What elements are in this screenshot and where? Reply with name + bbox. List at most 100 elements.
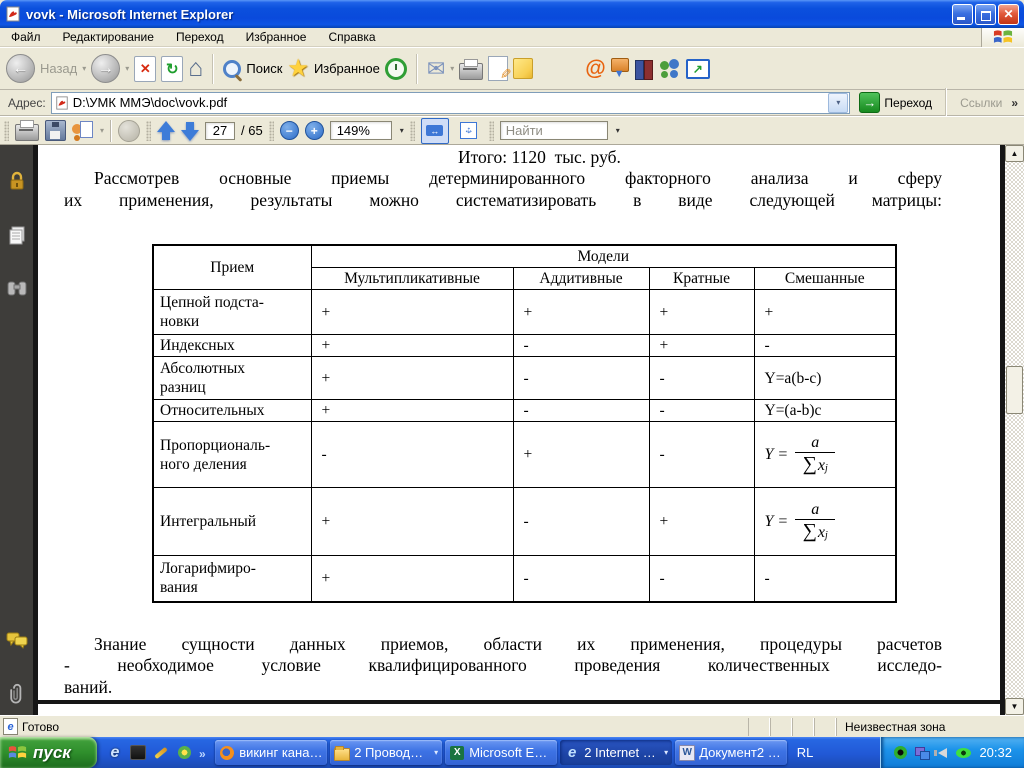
links-label[interactable]: Ссылки (956, 96, 1006, 110)
lock-icon[interactable] (8, 171, 26, 191)
links-chevron-icon[interactable] (1011, 96, 1020, 110)
forward-chevron-icon[interactable] (125, 64, 129, 73)
go-button[interactable]: Переход (855, 92, 936, 113)
mail-chevron-icon[interactable] (450, 64, 454, 73)
zoom-dropdown-icon[interactable] (400, 126, 404, 135)
cell: + (649, 290, 754, 335)
pdf-email-icon[interactable] (72, 121, 94, 141)
back-icon[interactable] (6, 54, 35, 83)
windows-logo (981, 28, 1024, 47)
paperclip-icon[interactable] (9, 683, 25, 705)
eye-tray-icon[interactable] (956, 745, 971, 760)
address-label: Адрес: (8, 96, 46, 110)
scroll-up-icon[interactable] (1005, 145, 1024, 162)
zoom-in-icon[interactable]: + (305, 121, 324, 140)
history-icon[interactable] (385, 58, 407, 80)
antivirus-tray-icon[interactable] (893, 745, 908, 760)
resize-window-icon[interactable] (686, 59, 710, 79)
taskbar-button-excel[interactable]: Microsoft Exc... (445, 740, 557, 765)
pdf-print-icon[interactable] (15, 124, 39, 141)
address-dropdown-icon[interactable] (828, 93, 848, 113)
mail-icon[interactable] (427, 58, 445, 80)
zoom-out-icon[interactable]: − (280, 121, 299, 140)
quick-launch-media-icon[interactable] (130, 745, 146, 761)
menu-edit[interactable]: Редактирование (52, 29, 165, 45)
next-page-icon[interactable] (181, 121, 199, 141)
menu-favorites[interactable]: Избранное (235, 29, 318, 45)
table-corner-header: Прием (153, 245, 311, 290)
restore-button[interactable] (975, 4, 996, 25)
row-label: Относительных (153, 400, 311, 422)
document-paragraph-1: Рассмотрев основные приемы детерминирова… (64, 168, 942, 211)
quick-launch-paint-icon[interactable] (153, 745, 169, 761)
search-label[interactable]: Поиск (246, 61, 282, 76)
menu-help[interactable]: Справка (317, 29, 386, 45)
quick-launch: e (97, 745, 214, 761)
binoculars-icon[interactable] (7, 279, 27, 297)
quick-launch-chevron-icon[interactable] (199, 745, 206, 761)
refresh-icon[interactable] (161, 56, 183, 82)
close-button[interactable] (998, 4, 1019, 25)
back-label[interactable]: Назад (40, 61, 77, 76)
network-tray-icon[interactable] (914, 745, 929, 760)
fit-width-button[interactable] (421, 118, 449, 144)
page-bottom-edge (38, 700, 1000, 704)
cell: + (649, 488, 754, 556)
toolbar-grip (410, 121, 415, 141)
scroll-down-icon[interactable] (1005, 698, 1024, 715)
home-icon[interactable] (188, 56, 203, 81)
quick-launch-icq-icon[interactable] (176, 745, 192, 761)
windows-flag-icon (8, 745, 27, 760)
download-icon[interactable] (611, 58, 629, 72)
zoom-level-box[interactable]: 149% (330, 121, 392, 140)
at-sign-icon[interactable] (585, 58, 605, 79)
pages-icon[interactable] (7, 225, 27, 245)
print-icon[interactable] (459, 63, 483, 80)
cell: - (649, 400, 754, 422)
window-title: vovk - Microsoft Internet Explorer (26, 7, 233, 22)
methods-matrix-table: Прием Модели Мультипликативные Аддитивны… (152, 244, 897, 603)
minimize-button[interactable] (952, 4, 973, 25)
paragraph-line: Рассмотрев основные приемы детерминирова… (64, 168, 942, 190)
language-indicator[interactable]: RL (789, 745, 822, 760)
quick-launch-ie-icon[interactable]: e (107, 745, 123, 761)
scrollbar-track[interactable] (1005, 162, 1024, 698)
comments-icon[interactable] (6, 631, 28, 649)
taskbar-button-word[interactable]: Документ2 - ... (675, 740, 787, 765)
taskbar-button-ie-group[interactable]: 2 Internet E... (560, 740, 672, 765)
taskbar-button-firefox[interactable]: викинг канал... (215, 740, 327, 765)
previous-page-icon[interactable] (157, 121, 175, 141)
volume-tray-icon[interactable] (935, 745, 950, 760)
research-icon[interactable] (634, 59, 654, 79)
find-dropdown-icon[interactable] (616, 126, 620, 135)
stop-icon[interactable] (134, 56, 156, 82)
address-input[interactable] (73, 95, 825, 110)
pdf-document-icon (5, 6, 21, 22)
status-text: Готово (22, 720, 59, 734)
back-chevron-icon[interactable] (82, 64, 86, 73)
find-input[interactable] (500, 121, 608, 140)
start-button[interactable]: пуск (0, 737, 97, 768)
clock[interactable]: 20:32 (979, 745, 1012, 760)
ie-toolbar: Назад Поиск Избранное (0, 47, 1024, 90)
row-label: Пропорциональ- ного деления (153, 422, 311, 488)
favorites-icon[interactable] (287, 57, 309, 81)
favorites-label[interactable]: Избранное (314, 61, 380, 76)
cell: + (649, 335, 754, 357)
note-icon[interactable] (513, 58, 533, 79)
edit-icon[interactable] (488, 56, 508, 81)
row-label: Логарифмиро- вания (153, 556, 311, 602)
page-number-input[interactable] (205, 122, 235, 140)
forward-icon[interactable] (91, 54, 120, 83)
messenger-icon[interactable] (659, 59, 681, 79)
taskbar-button-explorer-group[interactable]: 2 Проводник (330, 740, 442, 765)
pdf-save-icon[interactable] (45, 120, 66, 141)
search-icon[interactable] (223, 60, 241, 78)
menu-go[interactable]: Переход (165, 29, 235, 45)
pdf-email-chevron-icon[interactable] (100, 126, 104, 135)
fit-page-button[interactable] (455, 118, 483, 144)
vertical-scrollbar[interactable] (1005, 145, 1024, 715)
menu-file[interactable]: Файл (0, 29, 52, 45)
scrollbar-thumb[interactable] (1006, 366, 1023, 414)
ie-document-icon (3, 718, 18, 735)
